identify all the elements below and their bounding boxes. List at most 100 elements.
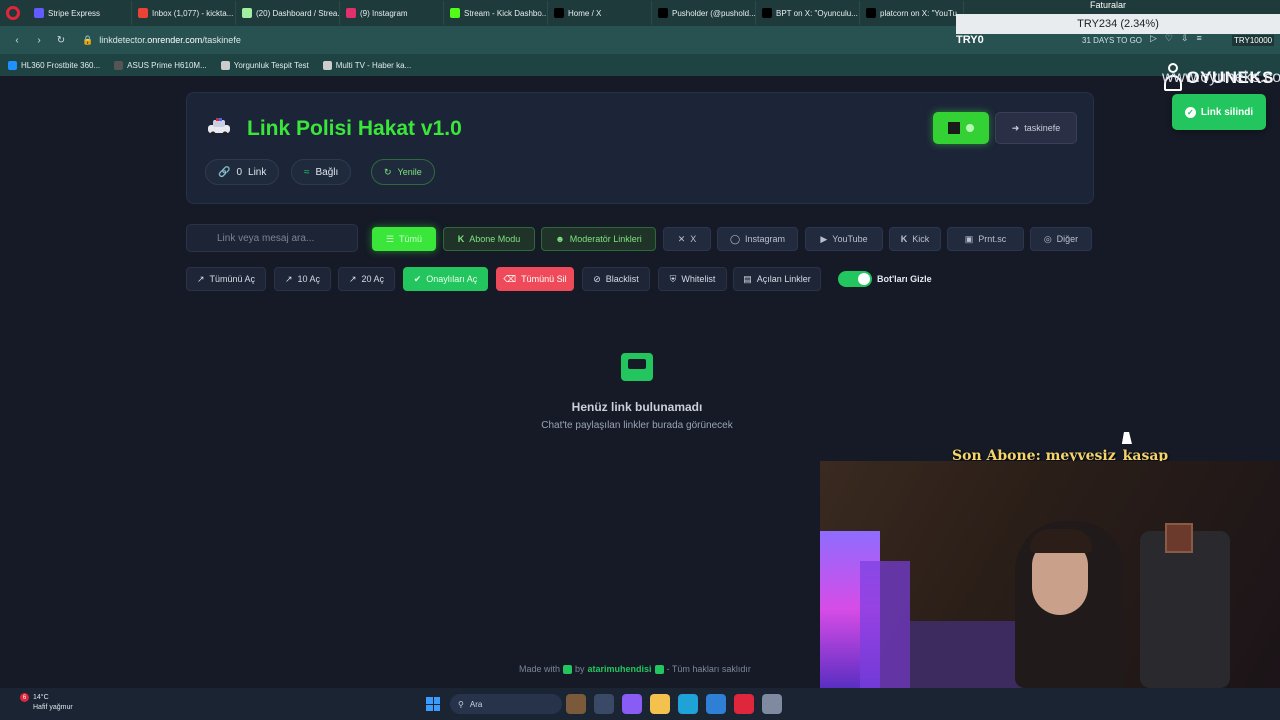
settings-icon[interactable] (762, 694, 782, 714)
bookmark[interactable]: ASUS Prime H610M... (114, 60, 207, 70)
delete-all-button[interactable]: ⌫ Tümünü Sil (496, 267, 574, 291)
ban-icon: ⊘ (593, 273, 601, 284)
taskbar-apps (566, 694, 782, 714)
hide-bots-toggle[interactable] (838, 271, 872, 287)
camera-icon: ▣ (964, 233, 974, 244)
browser-tab[interactable]: BPT on X: "Oyunculu... (756, 1, 860, 25)
browser-tab[interactable]: platcorn on X: "YouTu... (860, 1, 964, 25)
reload-icon[interactable]: ↻ (52, 35, 70, 46)
play-icon[interactable]: ▷ (1150, 33, 1157, 44)
copilot-icon[interactable] (622, 694, 642, 714)
open-approved-button[interactable]: ✔ Onaylıları Aç (403, 267, 488, 291)
filter-other[interactable]: ◎ Diğer (1030, 227, 1092, 251)
browser-toolbar-icons: ▷ ♡ ⇩ ≡ (1150, 33, 1202, 44)
browser-tab[interactable]: Pusholder (@pushold... (652, 1, 756, 25)
task-view-icon[interactable] (594, 694, 614, 714)
store-icon[interactable] (706, 694, 726, 714)
bookmark[interactable]: Yorgunluk Tespit Test (220, 60, 309, 70)
kick-icon: K (457, 234, 465, 244)
browser-tab[interactable]: Inbox (1,077) - kickta... (132, 1, 236, 25)
open-10-button[interactable]: ↗ 10 Aç (274, 267, 331, 291)
back-icon[interactable]: ‹ (8, 35, 26, 46)
refresh-button[interactable]: ↻ Yenile (371, 159, 435, 185)
link-count-badge: 🔗 0 Link (205, 159, 280, 185)
lock-icon: 🔒 (82, 34, 94, 45)
bookmark-icon (8, 60, 17, 70)
filter-subscriber-mode[interactable]: K Abone Modu (443, 227, 535, 251)
filter-instagram[interactable]: ◯ Instagram (717, 227, 798, 251)
filter-prntsc[interactable]: ▣ Prnt.sc (947, 227, 1024, 251)
footer: Made with by atarimuhendisi - Tüm haklar… (519, 664, 751, 674)
kick-icon: K (900, 234, 908, 244)
kick-icon (450, 8, 460, 18)
check-circle-icon: ✓ (1184, 106, 1196, 118)
edge-icon[interactable] (678, 694, 698, 714)
sign-out-icon: ➜ (1011, 122, 1020, 133)
deer-app-icon[interactable] (566, 694, 586, 714)
donation-ticker: TRY234 (2.34%) (956, 14, 1280, 34)
hide-bots-label: Bot'ları Gizle (877, 274, 932, 284)
wifi-icon: ≈ (304, 166, 310, 178)
qr-code-button[interactable] (933, 112, 989, 144)
open-all-button[interactable]: ↗ Tümünü Aç (186, 267, 266, 291)
link-icon: 🔗 (218, 166, 231, 178)
browser-tab[interactable]: (20) Dashboard / Strea... (236, 1, 340, 25)
sponsor-site: www.oyuneks.com (1162, 69, 1280, 86)
instagram-icon (346, 8, 356, 18)
dashboard-icon (242, 8, 252, 18)
robot-icon (654, 664, 664, 674)
whitelist-button[interactable]: ⛨ Whitelist (658, 267, 727, 291)
opera-logo-icon[interactable] (6, 6, 20, 20)
filter-youtube[interactable]: ▶ YouTube (805, 227, 883, 251)
footer-author-link[interactable]: atarimuhendisi (588, 664, 652, 674)
x-icon (658, 8, 668, 18)
file-explorer-icon[interactable] (650, 694, 670, 714)
open-20-button[interactable]: ↗ 20 Aç (338, 267, 395, 291)
download-icon[interactable]: ⇩ (1181, 33, 1189, 44)
inbox-icon (621, 353, 653, 381)
menu-icon[interactable]: ≡ (1197, 33, 1202, 44)
instagram-icon: ◯ (729, 233, 741, 244)
heart-icon[interactable]: ♡ (1165, 33, 1173, 44)
blacklist-button[interactable]: ⊘ Blacklist (582, 267, 650, 291)
toast-notification: ✓ Link silindi (1172, 94, 1266, 130)
external-link-icon: ↗ (284, 273, 293, 284)
browser-tab[interactable]: (9) Instagram (340, 1, 444, 25)
stripe-icon (34, 8, 44, 18)
filter-x[interactable]: ✕ X (663, 227, 711, 251)
goal-days: 31 DAYS TO GO (1082, 36, 1143, 45)
x-icon (762, 8, 772, 18)
empty-state-subtitle: Chat'te paylaşılan linkler burada görüne… (541, 420, 733, 431)
globe-icon: ◎ (1043, 233, 1052, 244)
police-car-icon (208, 118, 230, 137)
goal-target: TRY10000 (1232, 35, 1275, 46)
notification-badge: 6 (20, 693, 29, 702)
asus-icon (114, 60, 124, 70)
ticker-heading: Faturalar (1090, 0, 1127, 10)
browser-tab[interactable]: Stream - Kick Dashbo... (444, 1, 548, 25)
goal-amount: TRY0 (956, 34, 984, 46)
opened-links-button[interactable]: ▤ Açılan Linkler (733, 267, 821, 291)
empty-state-title: Henüz link bulunamadı (571, 400, 703, 414)
opera-icon[interactable] (734, 694, 754, 714)
qr-code-icon (948, 122, 960, 134)
toggle-knob (858, 273, 870, 285)
browser-tab[interactable]: Stripe Express (28, 1, 132, 25)
x-icon: ✕ (677, 233, 686, 244)
list-icon: ☰ (385, 233, 395, 244)
url-field[interactable]: 🔒 linkdetector.onrender.com/taskinefe (82, 35, 241, 46)
forward-icon[interactable]: › (30, 35, 48, 46)
bookmark[interactable]: Multi TV - Haber ka... (322, 60, 411, 70)
weather-widget[interactable]: 6 14°C Hafif yağmur (16, 693, 73, 713)
taskbar-search[interactable]: ⚲ Ara (450, 694, 562, 714)
page-icon (220, 60, 230, 70)
windows-start-icon[interactable] (426, 697, 440, 711)
search-input[interactable]: Link veya mesaj ara... (186, 224, 358, 252)
logout-button[interactable]: ➜ taskinefe (995, 112, 1077, 144)
browser-tab[interactable]: Home / X (548, 1, 652, 25)
filter-all[interactable]: ☰ Tümü (372, 227, 436, 251)
filter-kick[interactable]: K Kick (889, 227, 941, 251)
filter-moderator-links[interactable]: ☻ Moderatör Linkleri (541, 227, 656, 251)
x-icon (554, 8, 564, 18)
bookmark[interactable]: HL360 Frostbite 360... (8, 60, 100, 70)
